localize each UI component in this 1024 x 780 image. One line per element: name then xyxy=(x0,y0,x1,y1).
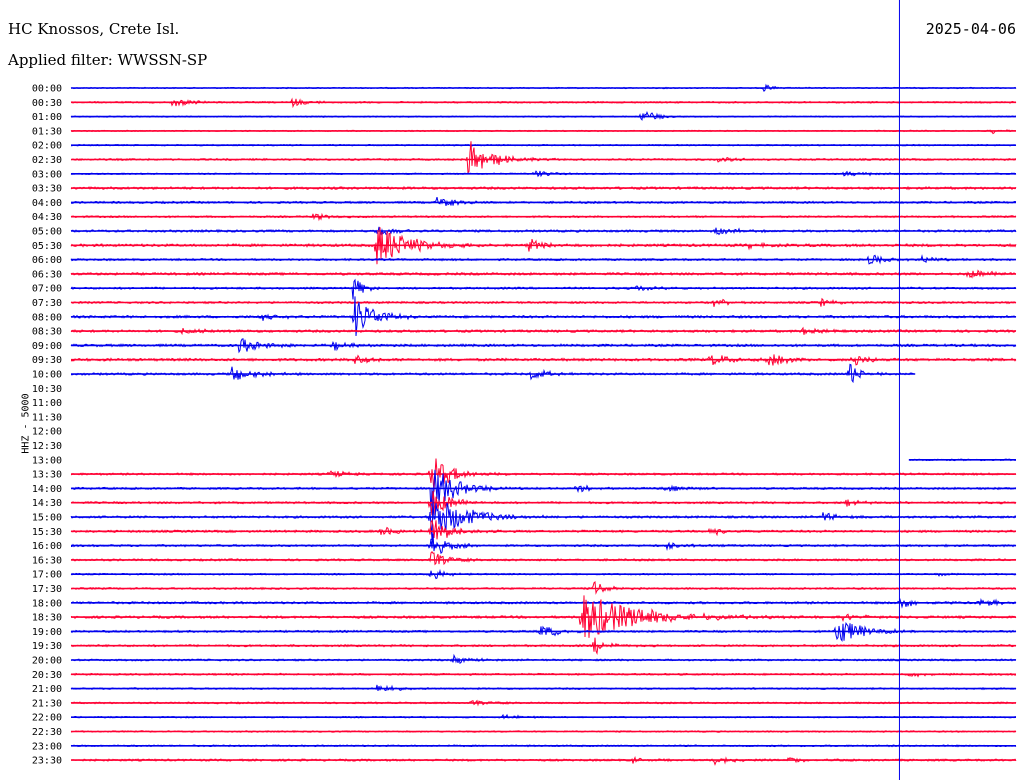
row-time-label: 07:30 xyxy=(32,298,62,309)
row-time-label: 12:00 xyxy=(32,427,62,438)
row-time-label: 03:30 xyxy=(32,184,62,195)
row-time-label: 18:30 xyxy=(32,613,62,624)
row-time-label: 18:00 xyxy=(32,598,62,609)
row-time-label: 21:30 xyxy=(32,698,62,709)
trace-line xyxy=(71,533,1017,555)
row-time-label: 15:30 xyxy=(32,527,62,538)
row-time-label: 22:00 xyxy=(32,713,62,724)
trace-line xyxy=(70,581,1017,595)
row-time-label: 17:00 xyxy=(32,570,62,581)
trace-line xyxy=(70,141,1017,175)
trace-line xyxy=(70,756,1017,766)
row-time-label: 00:00 xyxy=(32,84,62,95)
row-time-label: 12:30 xyxy=(32,441,62,452)
row-time-label: 14:30 xyxy=(32,498,62,509)
seismogram-plot: 00:00 00:30 01:00 01:30 02:00 02:30 03:00 03:30… xyxy=(32,0,1017,780)
row-time-label: 14:00 xyxy=(32,484,62,495)
row-time-label: 04:30 xyxy=(32,212,62,223)
row-time-label: 03:00 xyxy=(32,169,62,180)
row-time-label: 05:00 xyxy=(32,227,62,238)
trace-line xyxy=(70,278,1017,300)
row-time-label: 06:30 xyxy=(32,269,62,280)
trace-line xyxy=(70,519,1017,540)
row-time-label: 08:00 xyxy=(32,312,62,323)
row-time-label: 07:00 xyxy=(32,284,62,295)
trace-line xyxy=(70,458,1017,492)
row-time-label: 06:00 xyxy=(32,255,62,266)
row-time-label: 13:00 xyxy=(32,455,62,466)
row-time-label: 20:30 xyxy=(32,670,62,681)
row-time-label: 09:30 xyxy=(32,355,62,366)
row-time-label: 00:30 xyxy=(32,98,62,109)
row-time-label: 05:30 xyxy=(32,241,62,252)
row-time-label: 09:00 xyxy=(32,341,62,352)
row-time-label: 01:00 xyxy=(32,112,62,123)
trace-line xyxy=(71,363,916,384)
row-time-label: 16:30 xyxy=(32,555,62,566)
row-time-label: 01:30 xyxy=(32,126,62,137)
row-time-label: 02:00 xyxy=(32,141,62,152)
row-time-label: 19:00 xyxy=(32,627,62,638)
row-time-label: 22:30 xyxy=(32,727,62,738)
row-time-label: 16:00 xyxy=(32,541,62,552)
row-time-label: 23:00 xyxy=(32,741,62,752)
row-time-label: 17:30 xyxy=(32,584,62,595)
trace-line xyxy=(70,499,1017,540)
row-time-label: 19:30 xyxy=(32,641,62,652)
row-time-label: 21:00 xyxy=(32,684,62,695)
row-time-label: 15:00 xyxy=(32,513,62,524)
trace-line xyxy=(70,196,1017,207)
row-time-label: 10:30 xyxy=(32,384,62,395)
trace-line xyxy=(70,469,1017,513)
row-time-label: 02:30 xyxy=(32,155,62,166)
row-time-label: 20:00 xyxy=(32,656,62,667)
row-time-label: 23:30 xyxy=(32,756,62,767)
row-time-label: 10:00 xyxy=(32,370,62,381)
trace-line xyxy=(70,551,1017,566)
row-time-label: 04:00 xyxy=(32,198,62,209)
row-time-label: 08:30 xyxy=(32,327,62,338)
row-time-label: 11:30 xyxy=(32,412,62,423)
row-time-label: 11:00 xyxy=(32,398,62,409)
row-time-label: 13:30 xyxy=(32,470,62,481)
